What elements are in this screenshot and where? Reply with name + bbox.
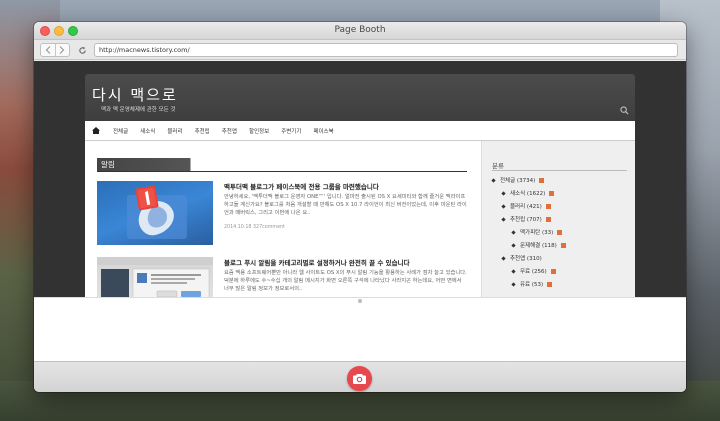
sidebar: 분류 전체글 (3734) 새소식 (1622) 블러리 (421) 추천립 (…: [481, 141, 635, 297]
bullet-icon: [491, 177, 496, 183]
category-label: 추천앱 (310): [510, 256, 542, 262]
post-thumbnail[interactable]: [97, 257, 213, 297]
new-badge-icon: [545, 203, 551, 209]
browser-toolbar: http://macnews.tistory.com/: [34, 40, 686, 60]
section-header: 알림: [97, 158, 467, 172]
category-item[interactable]: 맥가피탄 (33): [511, 228, 563, 236]
blog-subtitle: 맥과 맥 운영체제에 관한 모든 것: [101, 107, 176, 113]
url-field[interactable]: http://macnews.tistory.com/: [94, 43, 678, 57]
menu-item-accessories[interactable]: 주변기기: [275, 127, 307, 135]
app-window: Page Booth http://macnews.tistory.com/ 다…: [34, 22, 686, 392]
home-link[interactable]: [85, 127, 107, 134]
resize-handle[interactable]: [358, 299, 362, 303]
reload-button[interactable]: [75, 43, 89, 57]
capture-button[interactable]: [347, 366, 372, 391]
category-item[interactable]: 블러리 (421): [501, 202, 551, 210]
blog-menu: 전체글 새소식 블러리 추천립 추천앱 할인정보 주변기기 페이스북: [85, 121, 635, 141]
post-excerpt: 안녕하세요, '맥투더맥 블로그 운영자 ONE™' 입니다. 얼마전 출시된 …: [224, 194, 467, 216]
blog-header: 다시 맥으로 맥과 맥 운영체제에 관한 모든 것: [85, 74, 635, 121]
category-label: 블러리 (421): [510, 204, 542, 210]
menu-item-deals[interactable]: 할인정보: [243, 127, 275, 135]
new-badge-icon: [547, 281, 553, 287]
post-title[interactable]: 블로그 푸시 알림을 카테고리별로 설정하거나 완전히 끌 수 있습니다: [224, 257, 467, 267]
bullet-icon: [511, 281, 516, 287]
category-item[interactable]: 무료 (256): [511, 267, 556, 275]
sidebar-title: 분류: [492, 162, 504, 170]
new-badge-icon: [539, 177, 545, 183]
facebook-notification-image: [127, 185, 187, 239]
bullet-icon: [501, 203, 506, 209]
bullet-icon: [511, 268, 516, 274]
camera-icon: [353, 374, 366, 384]
back-button[interactable]: [41, 44, 55, 56]
post-title[interactable]: 맥투더맥 블로그가 페이스북에 전용 그룹을 마련했습니다: [224, 181, 467, 191]
menu-item-facebook[interactable]: 페이스북: [307, 127, 339, 135]
main-content: 알림 맥투더맥 블로그가 페이스북에 전용 그룹을 마련했습니다 안녕하세요, …: [85, 141, 481, 297]
blog-title[interactable]: 다시 맥으로: [92, 84, 178, 105]
reload-icon: [78, 46, 86, 54]
bullet-icon: [501, 216, 506, 222]
category-item[interactable]: 추천립 (707): [501, 215, 551, 223]
new-badge-icon: [557, 229, 563, 235]
search-icon[interactable]: [620, 106, 629, 115]
category-label: 전체글 (3734): [500, 178, 536, 184]
category-item[interactable]: 문제해결 (118): [511, 241, 566, 249]
section-label: 알림: [97, 158, 207, 171]
post-thumbnail[interactable]: [97, 181, 213, 245]
menu-item-blurry[interactable]: 블러리: [161, 127, 188, 135]
capture-preview-panel: [34, 297, 686, 361]
category-item[interactable]: 유료 (53): [511, 280, 553, 288]
post-meta: 2014.10.18 327comment: [224, 225, 285, 230]
new-badge-icon: [549, 190, 555, 196]
title-bar[interactable]: Page Booth: [34, 22, 686, 40]
category-label: 무료 (256): [520, 269, 547, 275]
chevron-left-icon: [45, 46, 51, 54]
bullet-icon: [511, 242, 516, 248]
menu-item-tips[interactable]: 추천립: [189, 127, 216, 135]
sidebar-divider: [492, 170, 627, 171]
bullet-icon: [501, 190, 506, 196]
navigation-buttons: [40, 43, 70, 57]
category-label: 유료 (53): [520, 282, 544, 288]
category-item[interactable]: 새소식 (1622): [501, 189, 555, 197]
chevron-right-icon: [59, 46, 65, 54]
menu-item-all[interactable]: 전체글: [107, 127, 134, 135]
post-item[interactable]: 블로그 푸시 알림을 카테고리별로 설정하거나 완전히 끌 수 있습니다 요즘 …: [97, 257, 467, 297]
category-label: 맥가피탄 (33): [520, 230, 554, 236]
notification-screenshot-image: [97, 257, 213, 297]
new-badge-icon: [550, 268, 556, 274]
bullet-icon: [501, 255, 506, 261]
category-label: 추천립 (707): [510, 217, 542, 223]
home-icon: [92, 127, 100, 134]
forward-button[interactable]: [54, 44, 70, 56]
menu-item-news[interactable]: 새소식: [134, 127, 161, 135]
bullet-icon: [511, 229, 516, 235]
post-excerpt: 요즘 맥용 소프트웨어뿐만 아니라 웹 사이트도 OS X의 푸시 알림 기능을…: [224, 270, 467, 292]
window-title: Page Booth: [334, 25, 386, 35]
category-item[interactable]: 전체글 (3734): [491, 176, 545, 184]
new-badge-icon: [545, 216, 551, 222]
category-item[interactable]: 추천앱 (310): [501, 254, 542, 262]
category-label: 새소식 (1622): [510, 191, 546, 197]
bottom-bar: [34, 361, 686, 392]
category-label: 문제해결 (118): [520, 243, 557, 249]
page-viewport[interactable]: 다시 맥으로 맥과 맥 운영체제에 관한 모든 것 전체글 새소식 블러리 추천…: [34, 61, 686, 297]
post-item[interactable]: 맥투더맥 블로그가 페이스북에 전용 그룹을 마련했습니다 안녕하세요, '맥투…: [97, 181, 467, 251]
menu-item-apps[interactable]: 추천앱: [216, 127, 243, 135]
new-badge-icon: [560, 242, 566, 248]
